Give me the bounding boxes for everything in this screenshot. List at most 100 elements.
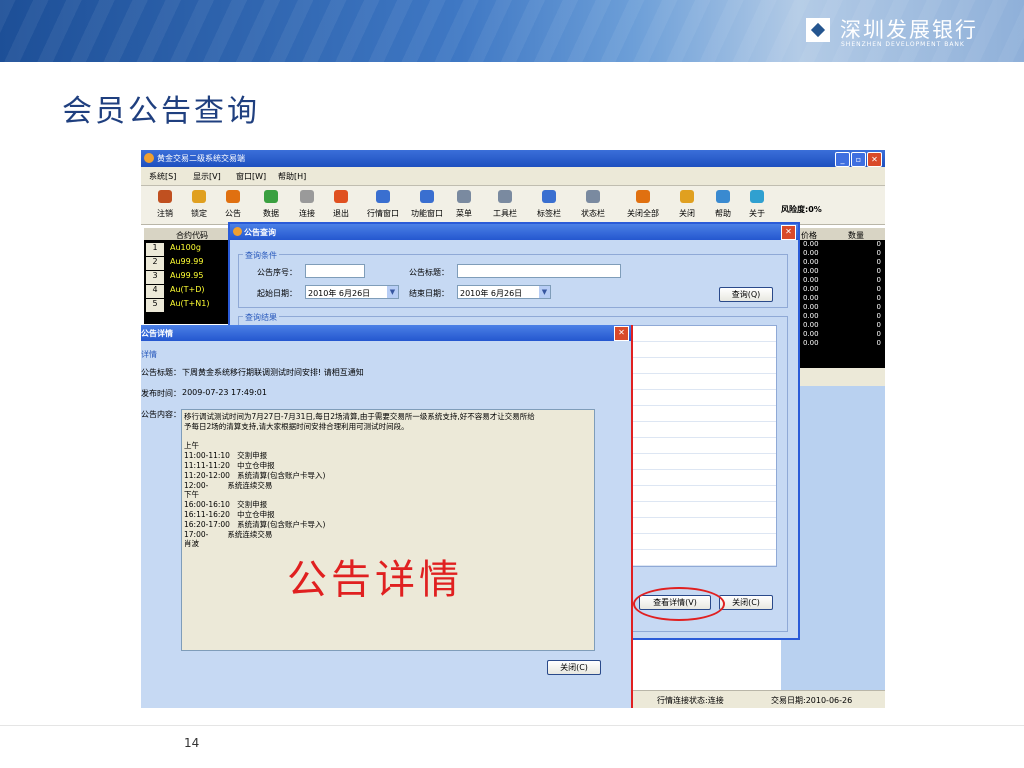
function-window-icon bbox=[420, 190, 434, 203]
toolbar-exit[interactable]: 退出 bbox=[321, 190, 361, 219]
annotation-label: 公告详情 bbox=[287, 557, 463, 603]
detail-close-button[interactable]: 关闭(C) bbox=[547, 660, 601, 675]
end-date-picker[interactable]: 2010年 6月26日 ▼ bbox=[457, 285, 551, 299]
start-date-label: 起始日期： bbox=[257, 289, 297, 298]
bank-name-en: SHENZHEN DEVELOPMENT BANK bbox=[841, 41, 965, 48]
menu-system[interactable]: 系统[S] bbox=[149, 171, 176, 182]
chevron-down-icon: ▼ bbox=[539, 286, 550, 298]
toolbar-statusbar[interactable]: 状态栏 bbox=[573, 190, 613, 219]
list-item: 0.00 0 bbox=[803, 303, 881, 311]
toolbar-close[interactable]: 关闭 bbox=[667, 190, 707, 219]
list-item: 0.00 0 bbox=[803, 294, 881, 302]
detail-title-value: 下周黄金系统移行期联调测试时间安排! 请相互通知 bbox=[182, 368, 364, 377]
toolbar-notice[interactable]: 公告 bbox=[213, 190, 253, 219]
list-item: 0.00 0 bbox=[803, 285, 881, 293]
query-dialog-close-button[interactable]: ✕ bbox=[781, 225, 796, 240]
menu-view[interactable]: 显示[V] bbox=[193, 171, 221, 182]
query-button[interactable]: 查询(Q) bbox=[719, 287, 773, 302]
page-number: 14 bbox=[184, 736, 200, 750]
start-date-picker[interactable]: 2010年 6月26日 ▼ bbox=[305, 285, 399, 299]
trade-date: 交易日期:2010-06-26 bbox=[771, 696, 853, 705]
bank-name-cn: 深圳发展银行 bbox=[840, 18, 978, 42]
risk-indicator: 风险度:0% bbox=[781, 205, 822, 214]
detail-dialog-title: 公告详情 bbox=[141, 329, 173, 338]
end-date-label: 结束日期： bbox=[409, 289, 449, 298]
list-item: 0.00 0 bbox=[803, 339, 881, 347]
serial-label: 公告序号： bbox=[257, 268, 297, 277]
app-icon bbox=[144, 153, 154, 163]
detail-content-text[interactable]: 移行调试测试时间为7月27日-7月31日,每日2场清算,由于需要交易所一级系统支… bbox=[181, 409, 595, 651]
window-titlebar: 黄金交易二级系统交易端 _ ▫ ✕ bbox=[141, 150, 885, 167]
quote-window-icon bbox=[376, 190, 390, 203]
status-bar: 行情连接状态:连接 交易日期:2010-06-26 bbox=[633, 690, 885, 708]
detail-dialog-titlebar: 公告详情 ✕ bbox=[141, 325, 631, 341]
order-book-list: 价格 数量 0.00 0 0.00 0 0.00 0 0.00 0 0.00 0 0.00… bbox=[793, 228, 885, 368]
menu-window[interactable]: 窗口[W] bbox=[236, 171, 266, 182]
serial-input[interactable] bbox=[305, 264, 365, 278]
query-dialog-title: 公告查询 bbox=[244, 228, 276, 237]
toolbar-tabbar[interactable]: 标签栏 bbox=[529, 190, 569, 219]
app-window: 黄金交易二级系统交易端 _ ▫ ✕ 系统[S] 显示[V] 窗口[W] 帮助[H… bbox=[141, 150, 885, 708]
detail-content-label: 公告内容： bbox=[141, 410, 181, 419]
quote-list: 合约代码 1 Au100g 2 Au99.99 3 Au99.95 4 Au(T+D) … bbox=[144, 228, 230, 324]
toolbar-toolbar[interactable]: 工具栏 bbox=[485, 190, 525, 219]
toolbar-icon bbox=[498, 190, 512, 203]
quote-row[interactable]: 1 Au100g bbox=[144, 240, 230, 256]
toolbar-about[interactable]: 关于 bbox=[737, 190, 777, 219]
bank-logo: 深圳发展银行 SHENZHEN DEVELOPMENT BANK bbox=[806, 14, 1006, 50]
list-item: 0.00 0 bbox=[803, 330, 881, 338]
panel-blank bbox=[793, 368, 885, 386]
toolbar-quote-window[interactable]: 行情窗口 bbox=[363, 190, 403, 219]
highlight-circle bbox=[633, 587, 725, 621]
query-results-caption: 查询结果 bbox=[243, 312, 279, 323]
list-item: 0.00 0 bbox=[803, 312, 881, 320]
detail-dialog-close-button[interactable]: ✕ bbox=[614, 326, 629, 341]
statusbar-icon bbox=[586, 190, 600, 203]
detail-time-label: 发布时间： bbox=[141, 389, 181, 398]
quote-row[interactable]: 4 Au(T+D) bbox=[144, 282, 230, 298]
query-conditions-group: 查询条件 公告序号： 公告标题： 起始日期： 2010年 6月26日 ▼ 结束日期… bbox=[238, 250, 788, 308]
detail-title-label: 公告标题： bbox=[141, 368, 181, 377]
connection-status: 行情连接状态:连接 bbox=[657, 696, 724, 705]
window-title: 黄金交易二级系统交易端 bbox=[157, 154, 245, 163]
quote-row[interactable]: 3 Au99.95 bbox=[144, 268, 230, 284]
order-book-header: 价格 数量 bbox=[793, 228, 885, 240]
toolbar: 注销 锁定 公告 数据 连接 退出 行情窗口 功能窗口 菜单 工具栏 标签栏 状… bbox=[141, 186, 885, 225]
title-label: 公告标题： bbox=[409, 268, 449, 277]
bank-logo-icon bbox=[806, 18, 830, 42]
toolbar-close-all[interactable]: 关闭全部 bbox=[623, 190, 663, 219]
logout-icon bbox=[158, 190, 172, 203]
toolbar-function-window[interactable]: 功能窗口 bbox=[407, 190, 447, 219]
minimize-button[interactable]: _ bbox=[835, 152, 850, 167]
list-item: 0.00 0 bbox=[803, 321, 881, 329]
list-item: 0.00 0 bbox=[803, 249, 881, 257]
menu-help[interactable]: 帮助[H] bbox=[278, 171, 306, 182]
dialog-icon bbox=[233, 227, 242, 236]
results-table[interactable] bbox=[623, 325, 777, 567]
title-input[interactable] bbox=[457, 264, 621, 278]
lock-icon bbox=[192, 190, 206, 203]
detail-group-caption: 详情 bbox=[141, 350, 157, 359]
maximize-button[interactable]: ▫ bbox=[851, 152, 866, 167]
list-item: 0.00 0 bbox=[803, 276, 881, 284]
quote-row[interactable]: 5 Au(T+N1) bbox=[144, 296, 230, 312]
query-close-button[interactable]: 关闭(C) bbox=[719, 595, 773, 610]
close-icon bbox=[680, 190, 694, 203]
toolbar-data[interactable]: 数据 bbox=[251, 190, 291, 219]
query-conditions-caption: 查询条件 bbox=[243, 250, 279, 261]
quote-row[interactable]: 2 Au99.99 bbox=[144, 254, 230, 270]
list-item: 0.00 0 bbox=[803, 240, 881, 248]
query-dialog-titlebar: 公告查询 ✕ bbox=[230, 224, 798, 240]
window-close-button[interactable]: ✕ bbox=[867, 152, 882, 167]
close-all-icon bbox=[636, 190, 650, 203]
notice-icon bbox=[226, 190, 240, 203]
list-item: 0.00 0 bbox=[803, 267, 881, 275]
help-icon bbox=[716, 190, 730, 203]
tabbar-icon bbox=[542, 190, 556, 203]
list-item: 0.00 0 bbox=[803, 258, 881, 266]
connect-icon bbox=[300, 190, 314, 203]
menu-icon bbox=[457, 190, 471, 203]
toolbar-menu[interactable]: 菜单 bbox=[444, 190, 484, 219]
page-title: 会员公告查询 bbox=[62, 94, 260, 129]
menu-bar: 系统[S] 显示[V] 窗口[W] 帮助[H] bbox=[141, 167, 885, 186]
